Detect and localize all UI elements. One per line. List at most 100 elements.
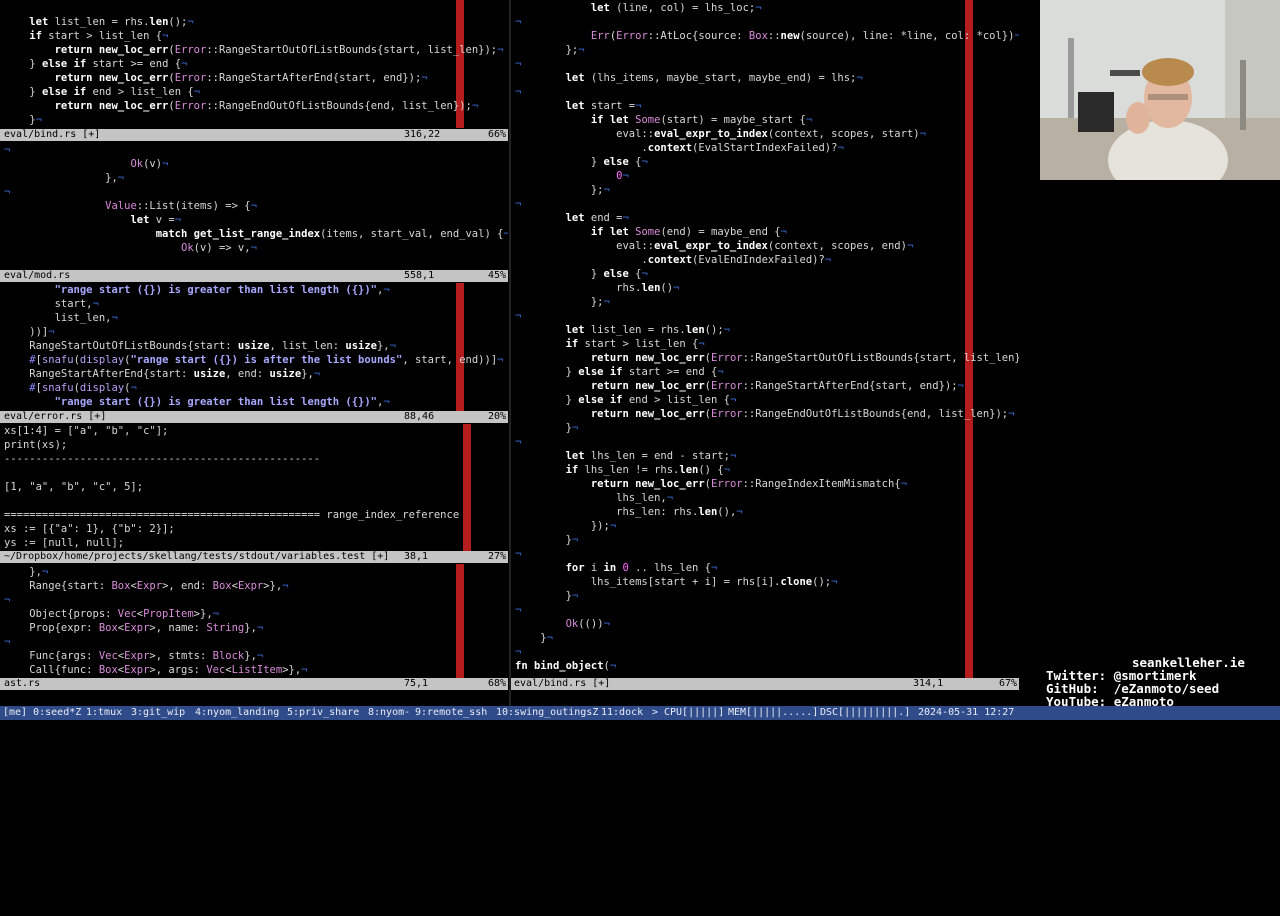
code-line: return new_loc_err(Error::RangeIndexItem… [590,478,907,490]
code-line: ¬ [515,86,522,98]
status-pos: 314,1 [913,678,944,689]
code-line: },¬ [4,566,49,578]
code-line: print(xs); [4,439,68,451]
code-line: };¬ [515,296,610,308]
code-line: } else if end > list_len {¬ [515,394,737,406]
status-bar-mod: eval/mod.rs 558,1 45% [0,270,508,282]
code-line: .context(EvalStartIndexFailed)?¬ [515,142,844,154]
tmux-status-bar: [me] 0:seed*Z 1:tmux 3:git_wip 4:nyom_la… [0,706,1280,720]
code-line: }¬ [4,114,42,126]
code-line: Range{start: Box<Expr>, end: Box<Expr>},… [4,580,289,592]
pane-test[interactable]: xs[1:4] = ["a", "b", "c"]; print(xs); ----… [0,424,508,552]
code-line: list_len,¬ [4,312,118,324]
code-line: ¬ [515,436,522,448]
code-line: Call{func: Box<Expr>, args: Vec<ListItem… [4,664,308,676]
code-line: let lhs_len = end - start;¬ [565,450,737,462]
code-line: ========================================… [4,509,460,521]
status-file: eval/error.rs [+] [4,411,107,422]
status-bar-test: ~/Dropbox/home/projects/skellang/tests/s… [0,551,508,563]
code-line: .context(EvalEndIndexFailed)?¬ [515,254,832,266]
code-line: } else {¬ [515,268,648,280]
clock: 2024-05-31 12:27 [918,707,1015,718]
pane-bind-top[interactable]: let list_len = rhs.len();¬ if start > li… [0,0,508,128]
code-line: ¬ [4,144,11,156]
status-file: ast.rs [4,678,41,689]
tmux-window-4[interactable]: 4:nyom_landing [195,706,279,720]
status-pct: 20% [488,411,507,422]
code-line: fn bind_object(¬ [515,660,617,672]
code-line: } else if end > list_len {¬ [4,86,201,98]
status-pct: 67% [999,678,1018,689]
status-pos: 88,46 [404,411,435,422]
code-line: Ok(v)¬ [130,158,169,170]
code-line: match get_list_range_index(items, start_… [155,228,508,240]
code-line: xs := [{"a": 1}, {"b": 2}]; [4,523,175,535]
pane-error[interactable]: "range start ({}) is greater than list l… [0,283,508,411]
colorcolumn [456,564,464,678]
code-line: ))]¬ [4,326,55,338]
tmux-window-3[interactable]: 3:git_wip [131,706,185,720]
tmux-window-5[interactable]: 5:priv_share [287,706,359,720]
code-line: eval::eval_expr_to_index(context, scopes… [515,128,926,140]
code-line: ys := [null, null]; [4,537,125,549]
code-line: return new_loc_err(Error::RangeEndOutOfL… [54,100,479,112]
status-file: eval/bind.rs [+] [4,129,101,140]
cpu-meter: CPU[|||||] [664,707,725,718]
tmux-window-8[interactable]: 8:nyom- [368,706,410,720]
pane-mod[interactable]: ¬ Ok(v)¬ },¬ ¬ Value::List(items) => {¬ l… [0,142,508,270]
code-line: },¬ [4,172,125,184]
code-line: ¬ [515,198,522,210]
status-file: ~/Dropbox/home/projects/skellang/tests/s… [4,551,390,562]
code-line: "range start ({}) is greater than list l… [54,284,390,296]
code-line: "range start ({}) is greater than list l… [54,396,390,408]
tmux-window-10[interactable]: 10:swing_outingsZ [496,706,598,720]
status-bar-bind-top: eval/bind.rs [+] 316,22 66% [0,129,508,141]
code-line: if let Some(start) = maybe_start {¬ [590,114,813,126]
status-pct: 68% [488,678,507,689]
code-line: for i in 0 .. lhs_len {¬ [565,562,718,574]
code-line: let start =¬ [565,100,642,112]
tmux-window-1[interactable]: 1:tmux [86,706,122,720]
status-pos: 558,1 [404,270,435,281]
code-line: if start > list_len {¬ [29,30,169,42]
code-line: };¬ [515,44,585,56]
code-line: ¬ [515,604,522,616]
status-bar-error: eval/error.rs [+] 88,46 20% [0,411,508,423]
code-line: } else if start >= end {¬ [515,366,724,378]
mem-meter: MEM[|||||.....] [728,707,819,718]
code-line: Ok(())¬ [565,618,610,630]
code-line: ¬ [515,548,522,560]
code-line: lhs_len,¬ [515,492,674,504]
code-line: rhs.len()¬ [515,282,680,294]
code-line: return new_loc_err(Error::RangeEndOutOfL… [590,408,1015,420]
code-line: return new_loc_err(Error::RangeStartAfte… [54,72,428,84]
tmux-window-0[interactable]: [me] 0:seed*Z [3,706,81,720]
code-line: xs[1:4] = ["a", "b", "c"]; [4,425,169,437]
status-pos: 316,22 [404,129,441,140]
code-line: rhs_len: rhs.len(),¬ [515,506,743,518]
code-line: ¬ [515,58,522,70]
code-line: }¬ [515,422,579,434]
code-line: } else if start >= end {¬ [4,58,188,70]
pane-ast[interactable]: },¬ Range{start: Box<Expr>, end: Box<Exp… [0,564,508,678]
code-line: }¬ [515,590,579,602]
code-line: return new_loc_err(Error::RangeStartOutO… [54,44,504,56]
pane-bind-main[interactable]: let (line, col) = lhs_loc;¬ ¬ Err(Error::… [511,0,1019,678]
code-line: RangeStartOutOfListBounds{start: usize, … [4,340,396,352]
code-line: #[snafu(display("range start ({}) is aft… [29,354,504,366]
colorcolumn [456,283,464,411]
code-line: }¬ [515,632,553,644]
webcam-person-illustration [1040,0,1280,180]
status-pct: 66% [488,129,507,140]
code-line: if lhs_len != rhs.len() {¬ [565,464,730,476]
tmux-window-9[interactable]: 9:remote_ssh [415,706,487,720]
status-bar-ast: ast.rs 75,1 68% [0,678,508,690]
tmux-window-11[interactable]: 11:dock [601,706,643,720]
code-line: } else {¬ [515,156,648,168]
code-line: Value::List(items) => {¬ [105,200,257,212]
status-file: eval/mod.rs [4,270,71,281]
code-line: Func{args: Vec<Expr>, stmts: Block},¬ [4,650,264,662]
status-pct: 45% [488,270,507,281]
code-line: let (lhs_items, maybe_start, maybe_end) … [565,72,863,84]
code-line: #[snafu(display(¬ [29,382,137,394]
